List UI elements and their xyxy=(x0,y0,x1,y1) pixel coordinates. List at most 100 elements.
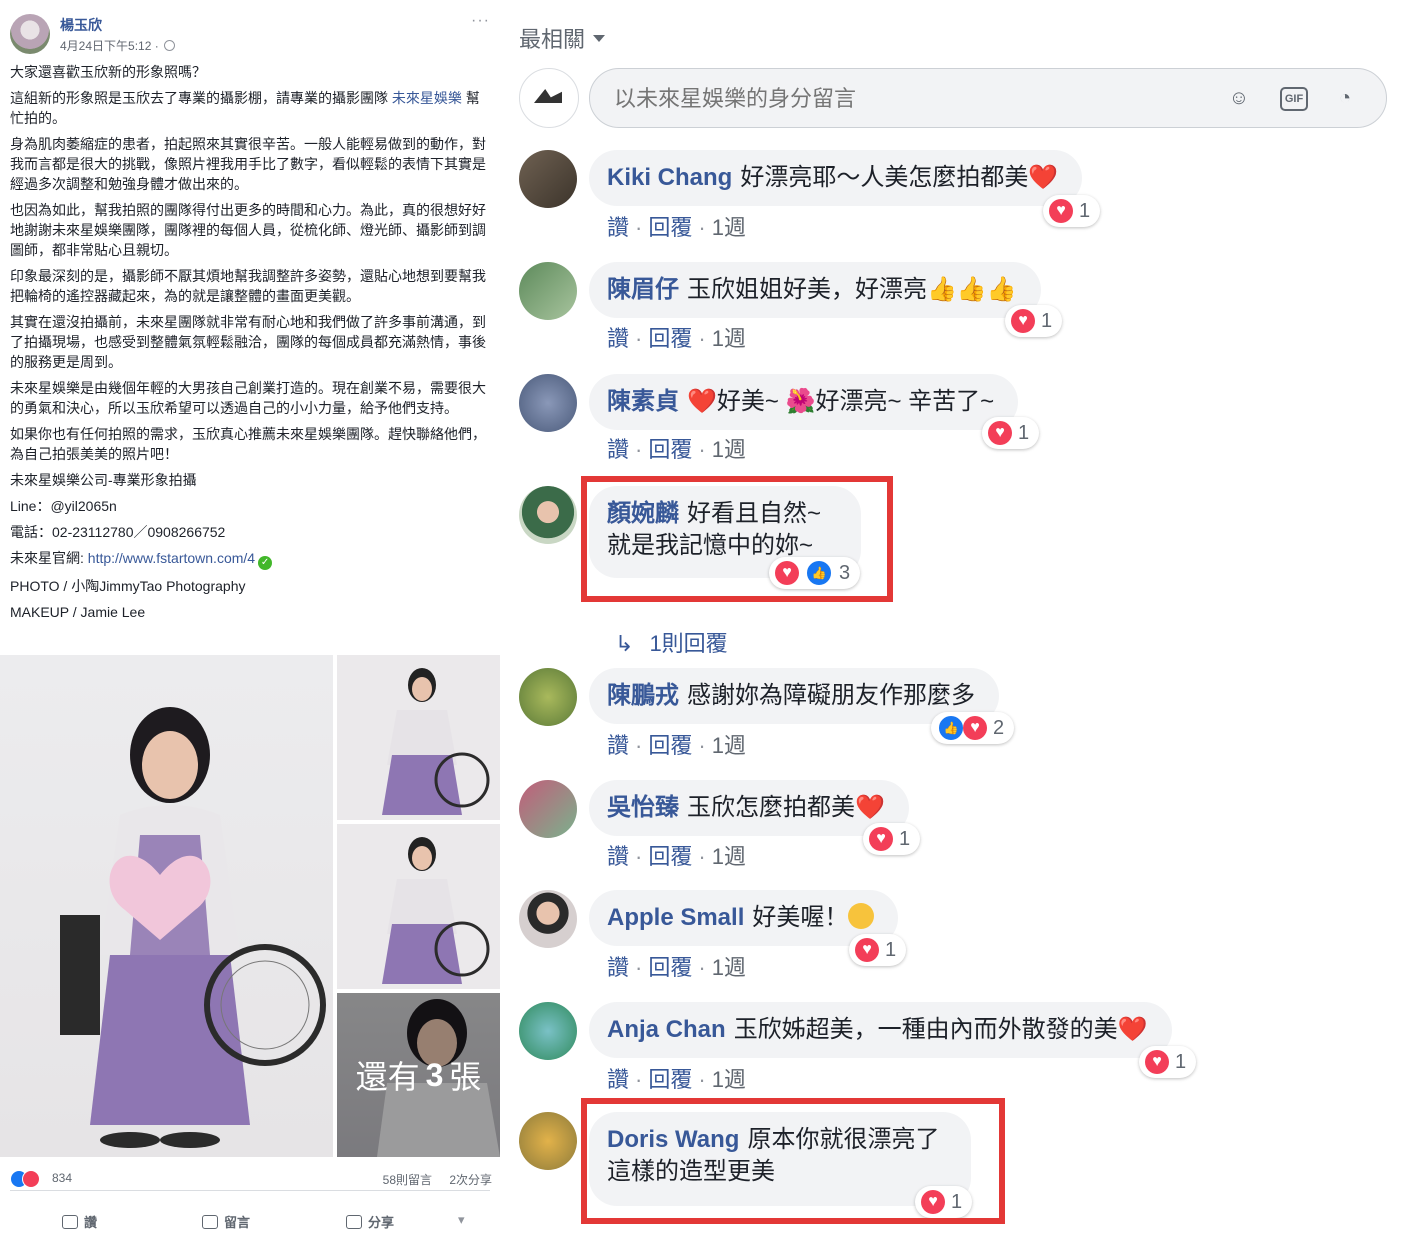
separator-dot: · xyxy=(635,955,643,980)
comment-bubble: 吳怡臻 玉欣怎麼拍都美❤️ xyxy=(589,780,909,836)
comment-text: 玉欣怎麼拍都美 xyxy=(687,794,855,821)
comment-text: 好漂亮~ 辛苦了~ xyxy=(815,388,995,415)
reaction-badge[interactable]: 1 xyxy=(1043,195,1101,227)
more-photos-tile[interactable]: 還有 3 張 xyxy=(337,993,500,1157)
comment-like-link[interactable]: 讚 xyxy=(607,1067,629,1092)
commenter-name[interactable]: Kiki Chang xyxy=(607,164,732,191)
commenter-name[interactable]: 陳素貞 xyxy=(607,388,679,415)
reaction-badge[interactable]: 1 xyxy=(863,823,921,855)
share-button[interactable]: 分享 xyxy=(346,1212,394,1231)
comment-reply-link[interactable]: 回覆 xyxy=(648,955,692,980)
reaction-badge[interactable]: 2 xyxy=(931,712,1015,744)
comment-like-link[interactable]: 讚 xyxy=(607,955,629,980)
comment-like-link[interactable]: 讚 xyxy=(607,437,629,462)
comment-like-link[interactable]: 讚 xyxy=(607,326,629,351)
separator-dot: · xyxy=(698,215,706,240)
comment-count[interactable]: 58則留言 xyxy=(383,1171,432,1188)
separator-dot: · xyxy=(635,1067,643,1092)
comment-time[interactable]: 1週 xyxy=(712,1067,746,1092)
comment-time[interactable]: 1週 xyxy=(712,437,746,462)
thumbnail-illustration xyxy=(382,668,490,815)
author-avatar[interactable] xyxy=(10,14,50,54)
post-time-text[interactable]: 4月24日下午5:12 · xyxy=(60,39,159,53)
emoji-icon[interactable]: ☺ xyxy=(1226,85,1252,111)
share-count[interactable]: 2次分享 xyxy=(449,1171,492,1188)
commenter-avatar[interactable] xyxy=(519,486,577,544)
view-replies-link[interactable]: ↳ 1則回覆 xyxy=(615,626,728,658)
comment-text: 好漂亮耶～人美怎麼拍都美 xyxy=(740,164,1029,191)
more-options-icon[interactable]: ··· xyxy=(471,12,490,30)
reaction-count: 1 xyxy=(1041,309,1053,332)
more-photos-overlay[interactable]: 還有 3 張 xyxy=(337,993,500,1157)
commenter-avatar[interactable] xyxy=(519,262,577,320)
commenter-name[interactable]: Apple Small xyxy=(607,904,744,931)
comment-reply-link[interactable]: 回覆 xyxy=(648,1067,692,1092)
website-link[interactable]: http://www.fstartown.com/4 xyxy=(88,550,255,566)
commenter-avatar[interactable] xyxy=(519,890,577,948)
page-avatar[interactable] xyxy=(519,68,579,128)
commenter-name[interactable]: Anja Chan xyxy=(607,1016,726,1043)
commenter-avatar[interactable] xyxy=(519,150,577,208)
sort-dropdown[interactable]: 最相關 xyxy=(519,22,606,54)
reaction-badge[interactable]: 1 xyxy=(982,417,1040,449)
thumbs-up-emoji: 👍👍👍 xyxy=(927,276,1017,303)
thumbnail-photo[interactable] xyxy=(337,824,500,989)
comment-text: 好美~ xyxy=(716,388,786,415)
post-text: 大家還喜歡玉欣新的形象照嗎？ 這組新的形象照是玉欣去了專業的攝影棚，請專業的攝影… xyxy=(10,62,488,628)
comment-reply-link[interactable]: 回覆 xyxy=(648,844,692,869)
reaction-count: 1 xyxy=(1175,1050,1187,1073)
commenter-name[interactable]: 陳眉仔 xyxy=(607,276,679,303)
team-link[interactable]: 未來星娛樂 xyxy=(392,90,462,106)
post-timestamp[interactable]: 4月24日下午5:12 · xyxy=(60,37,175,54)
comment-button[interactable]: 留言 xyxy=(202,1212,250,1231)
makeup-credit: MAKEUP / Jamie Lee xyxy=(10,604,146,620)
comment-reply-link[interactable]: 回覆 xyxy=(648,733,692,758)
like-reaction-icon xyxy=(937,714,965,742)
sticker-icon[interactable]: ◔ xyxy=(1332,85,1358,111)
comment-input[interactable] xyxy=(612,83,1176,115)
page-logo-icon xyxy=(534,89,562,103)
commenter-avatar[interactable] xyxy=(519,374,577,432)
commenter-avatar[interactable] xyxy=(519,668,577,726)
comment-time[interactable]: 1週 xyxy=(712,326,746,351)
comment-time[interactable]: 1週 xyxy=(712,844,746,869)
comment-time[interactable]: 1週 xyxy=(712,215,746,240)
comment-like-link[interactable]: 讚 xyxy=(607,733,629,758)
separator-dot: · xyxy=(635,844,643,869)
thumbnail-photo[interactable] xyxy=(337,655,500,820)
sort-label: 最相關 xyxy=(519,27,586,52)
share-icon xyxy=(346,1215,362,1229)
reaction-count: 1 xyxy=(1018,421,1030,444)
reply-thread-label: 1則回覆 xyxy=(649,631,728,656)
comment-reply-link[interactable]: 回覆 xyxy=(648,215,692,240)
like-button[interactable]: 讚 xyxy=(62,1212,97,1231)
main-photo[interactable] xyxy=(0,655,333,1157)
commenter-avatar[interactable] xyxy=(519,780,577,838)
reactions-summary[interactable]: 834 58則留言 2次分享 xyxy=(10,1166,492,1190)
commenter-avatar[interactable] xyxy=(519,1112,577,1170)
separator-dot: · xyxy=(635,326,643,351)
comment-time[interactable]: 1週 xyxy=(712,955,746,980)
reaction-badge[interactable]: 1 xyxy=(849,934,907,966)
comment-like-link[interactable]: 讚 xyxy=(607,215,629,240)
post-paragraph: 印象最深刻的是，攝影師不厭其煩地幫我調整許多姿勢，還貼心地想到要幫我把輪椅的遙控… xyxy=(10,268,486,304)
gif-icon[interactable]: GIF xyxy=(1280,87,1308,111)
author-name[interactable]: 楊玉欣 xyxy=(60,15,102,35)
comment-actions: 讚 · 回覆 · 1週 xyxy=(607,210,746,242)
commenter-name[interactable]: 吳怡臻 xyxy=(607,794,679,821)
reaction-badge[interactable]: 1 xyxy=(1005,305,1063,337)
comment-reply-link[interactable]: 回覆 xyxy=(648,326,692,351)
globe-icon xyxy=(163,40,175,51)
comment-time[interactable]: 1週 xyxy=(712,733,746,758)
separator-dot: · xyxy=(635,215,643,240)
separator-dot: · xyxy=(698,733,706,758)
commenter-avatar[interactable] xyxy=(519,1002,577,1060)
comment-box[interactable]: ☺ GIF ◔ xyxy=(589,68,1387,128)
comment-like-link[interactable]: 讚 xyxy=(607,844,629,869)
main-photo-illustration xyxy=(60,707,326,1148)
comment-reply-link[interactable]: 回覆 xyxy=(648,437,692,462)
reaction-badge[interactable]: 1 xyxy=(1139,1046,1197,1078)
reaction-count[interactable]: 834 xyxy=(52,1171,72,1185)
commenter-name[interactable]: 陳鵬戎 xyxy=(607,682,679,709)
audience-selector[interactable]: ▾ xyxy=(458,1212,465,1228)
